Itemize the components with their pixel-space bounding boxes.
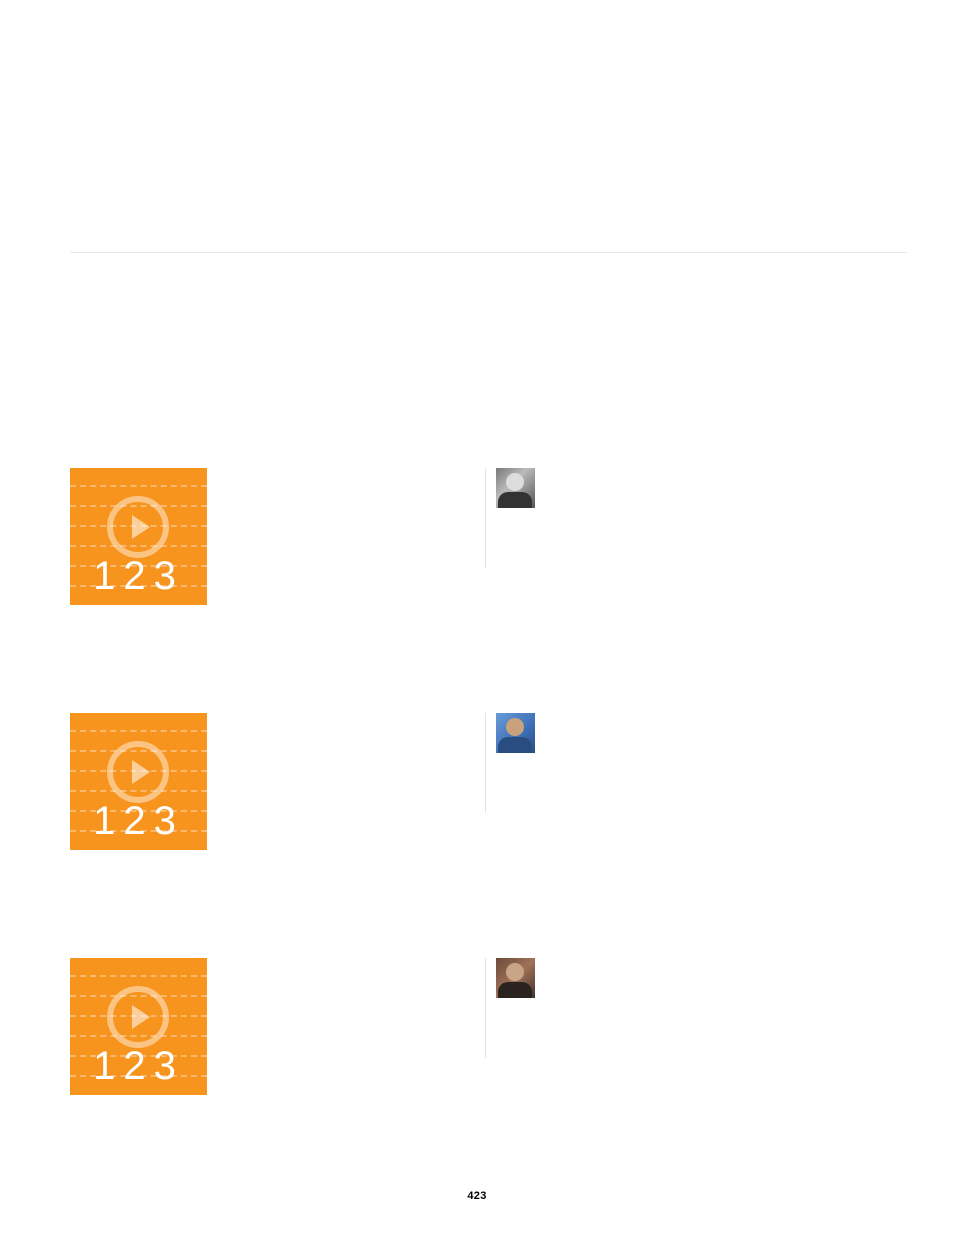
tile-number: 123: [70, 1044, 207, 1089]
avatar[interactable]: [496, 468, 535, 508]
play-icon[interactable]: [107, 496, 169, 558]
play-icon[interactable]: [107, 986, 169, 1048]
author-column: [485, 958, 535, 1058]
author-column: [485, 468, 535, 568]
page: 123 123 123 423: [0, 0, 954, 1235]
avatar[interactable]: [496, 713, 535, 753]
audio-tile[interactable]: 123: [70, 468, 207, 605]
tile-number: 123: [70, 554, 207, 599]
play-icon[interactable]: [107, 741, 169, 803]
tile-number: 123: [70, 799, 207, 844]
audio-tile[interactable]: 123: [70, 713, 207, 850]
avatar[interactable]: [496, 958, 535, 998]
page-number: 423: [0, 1190, 954, 1202]
audio-tile[interactable]: 123: [70, 958, 207, 1095]
horizontal-rule: [70, 252, 907, 253]
author-column: [485, 713, 535, 813]
